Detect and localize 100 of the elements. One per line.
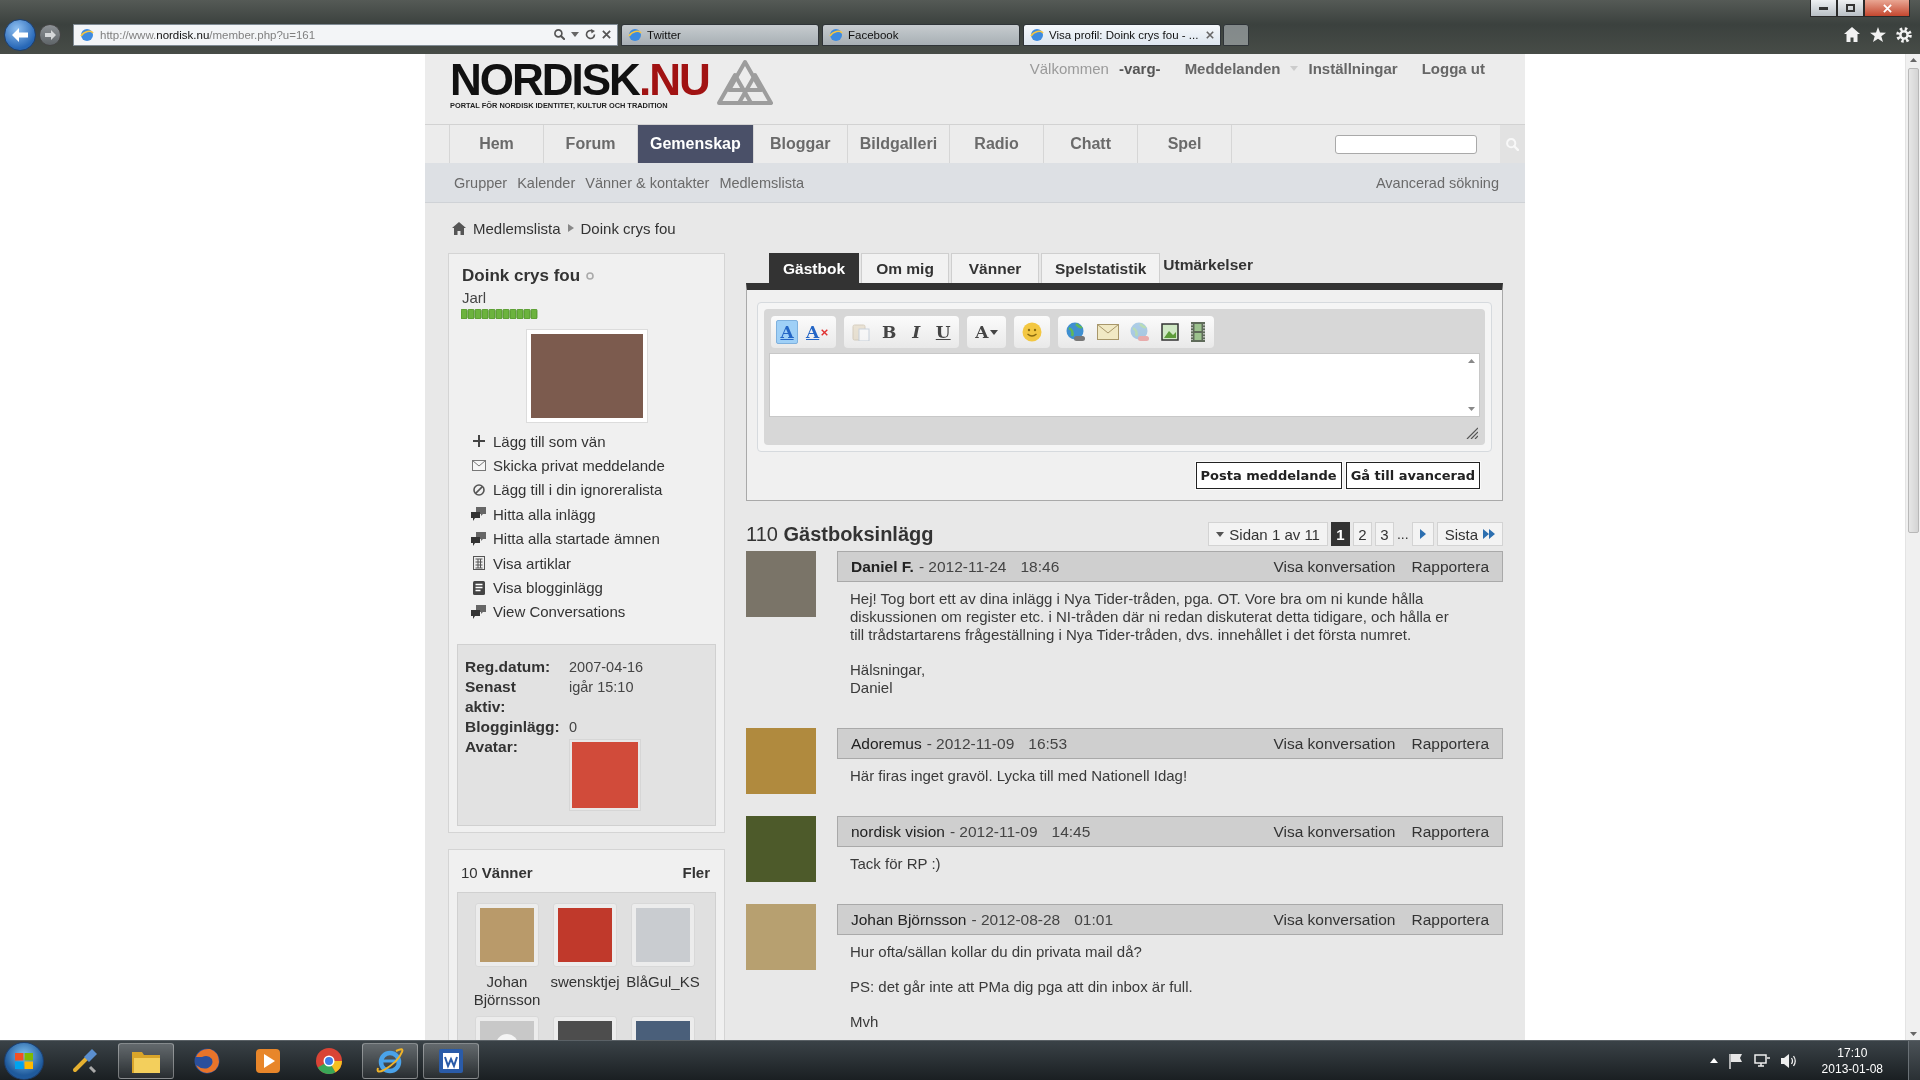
page-button[interactable]: 1 (1330, 522, 1350, 546)
author-link[interactable]: nordisk vision (851, 822, 945, 841)
close-button[interactable] (1864, 0, 1910, 17)
profile-action-link[interactable]: View Conversations (493, 603, 626, 621)
tools-icon[interactable] (71, 1047, 98, 1074)
home-icon[interactable] (1844, 27, 1860, 42)
profile-action-link[interactable]: Visa artiklar (493, 554, 572, 572)
profile-action-link[interactable]: Hitta alla startade ämnen (493, 530, 660, 548)
form-button[interactable]: Posta meddelande (1195, 462, 1342, 489)
author-link[interactable]: Johan Björnsson (851, 910, 967, 929)
breadcrumb-link[interactable]: Medlemslista (473, 219, 561, 237)
browser-tab[interactable]: Visa profil: Doink crys fou - ... (1023, 23, 1221, 46)
monitor-icon[interactable] (1753, 1053, 1770, 1068)
search-field[interactable] (1335, 134, 1477, 154)
maximize-button[interactable] (1837, 0, 1864, 17)
remove-format-button[interactable]: A (803, 320, 832, 344)
refresh-icon[interactable] (585, 29, 596, 40)
play-icon[interactable] (255, 1048, 280, 1073)
header-link[interactable]: Logga ut (1421, 60, 1485, 77)
page-button[interactable]: 3 (1374, 522, 1394, 546)
nav-tab[interactable]: Gemenskap (638, 125, 754, 163)
entry-action-link[interactable]: Rapportera (1411, 734, 1489, 753)
friend-name-link[interactable]: Johan Björnsson (468, 973, 546, 1010)
minimize-button[interactable] (1810, 0, 1837, 17)
scroll-down-icon[interactable] (1909, 1032, 1917, 1036)
profile-tab[interactable]: Gästbok (769, 253, 859, 283)
entry-action-link[interactable]: Rapportera (1411, 557, 1489, 576)
underline-button[interactable]: U (932, 320, 955, 344)
scrollbar-track[interactable] (1905, 54, 1920, 1040)
flag-icon[interactable] (1728, 1052, 1743, 1069)
show-desktop-button[interactable] (1908, 1041, 1920, 1080)
scrollbar-thumb[interactable] (1907, 68, 1919, 533)
breadcrumb-link[interactable]: Doink crys fou (580, 219, 676, 237)
last-page-button[interactable]: Sista (1436, 522, 1503, 546)
page-menu-button[interactable]: Sidan 1 av 11 (1208, 522, 1328, 546)
subnav-link[interactable]: Vänner & kontakter (585, 174, 710, 191)
page-button[interactable]: 2 (1352, 522, 1372, 546)
profile-action-link[interactable]: Lägg till som vän (493, 432, 606, 450)
username-link[interactable]: -varg- (1118, 60, 1161, 77)
entry-action-link[interactable]: Visa konversation (1273, 734, 1396, 753)
caret-down-icon (1216, 531, 1225, 537)
close-icon[interactable] (1206, 30, 1214, 39)
advanced-search-link[interactable]: Avancerad sökning (1375, 174, 1499, 191)
profile-action-link[interactable]: Hitta alla inlägg (493, 505, 596, 523)
header-link[interactable]: Meddelanden (1184, 60, 1281, 77)
site-logo-text[interactable]: NORDISK.NU (450, 60, 709, 100)
new-tab-button[interactable] (1223, 23, 1249, 46)
profile-action-link[interactable]: Visa blogginlägg (493, 579, 603, 597)
caret-down-icon[interactable] (571, 32, 579, 37)
resize-grip-icon[interactable] (1466, 427, 1478, 439)
font-button[interactable]: A (972, 320, 1002, 344)
subnav-link[interactable]: Kalender (517, 174, 576, 191)
stop-icon[interactable] (602, 30, 611, 39)
profile-action-link[interactable]: Skicka privat meddelande (493, 457, 665, 475)
search-icon[interactable] (554, 29, 565, 40)
forward-button[interactable] (39, 23, 61, 46)
start-button[interactable] (4, 1041, 44, 1080)
star-icon[interactable] (1870, 27, 1886, 42)
back-button[interactable] (4, 18, 36, 51)
form-button[interactable]: Gå till avancerad (1345, 462, 1480, 489)
avatar-frame[interactable] (553, 903, 617, 968)
friend-name-link[interactable]: swensktjej (550, 973, 620, 992)
home-icon[interactable] (452, 221, 466, 235)
taskbar-button[interactable] (422, 1042, 479, 1079)
more-link[interactable]: Fler (682, 863, 710, 881)
profile-tab[interactable]: Om mig (861, 253, 949, 283)
browser-tab[interactable]: Facebook (822, 23, 1020, 46)
profile-tab[interactable]: Spelstatistik (1041, 253, 1161, 283)
subnav-link[interactable]: Grupper (454, 174, 508, 191)
next-page-button[interactable] (1411, 522, 1434, 546)
entry-action-link[interactable]: Visa konversation (1273, 822, 1396, 841)
entry-action-link[interactable]: Visa konversation (1273, 557, 1396, 576)
subnav-link[interactable]: Medlemslista (719, 174, 804, 191)
profile-tab[interactable]: Utmärkelser (1162, 253, 1254, 277)
scroll-down-icon[interactable] (1467, 407, 1475, 411)
aperture-icon[interactable] (315, 1047, 342, 1074)
address-field[interactable]: http://www.nordisk.nu/member.php?u=161 (73, 23, 618, 46)
bold-button[interactable]: B (878, 320, 901, 344)
author-link[interactable]: Daniel F. (851, 557, 914, 576)
entry-action-link[interactable]: Rapportera (1411, 910, 1489, 929)
profile-action-link[interactable]: Lägg till i din ignoreralista (493, 481, 663, 499)
profile-tab[interactable]: Vänner (951, 253, 1039, 283)
italic-button[interactable]: I (905, 320, 928, 344)
entry-action-link[interactable]: Visa konversation (1273, 910, 1396, 929)
author-link[interactable]: Adoremus (851, 734, 922, 753)
browser-tab[interactable]: Twitter (621, 23, 819, 46)
globe-icon[interactable] (193, 1047, 220, 1074)
speaker-icon[interactable] (1780, 1053, 1797, 1068)
entry-date: - 2012-11-24 (918, 557, 1007, 576)
scroll-up-icon[interactable] (1467, 359, 1475, 363)
header-link[interactable]: Inställningar (1308, 60, 1398, 77)
taskbar-button[interactable] (117, 1042, 174, 1079)
settings-icon[interactable] (1896, 26, 1912, 43)
entry-action-link[interactable]: Rapportera (1411, 822, 1489, 841)
taskbar-button[interactable] (361, 1042, 418, 1079)
triangle-up-icon[interactable] (1709, 1058, 1718, 1063)
message-field[interactable] (769, 353, 1480, 417)
scroll-up-icon[interactable] (1909, 58, 1917, 62)
friend-name-link[interactable]: BlåGul_KS (626, 973, 700, 992)
close-icon (1882, 3, 1892, 13)
